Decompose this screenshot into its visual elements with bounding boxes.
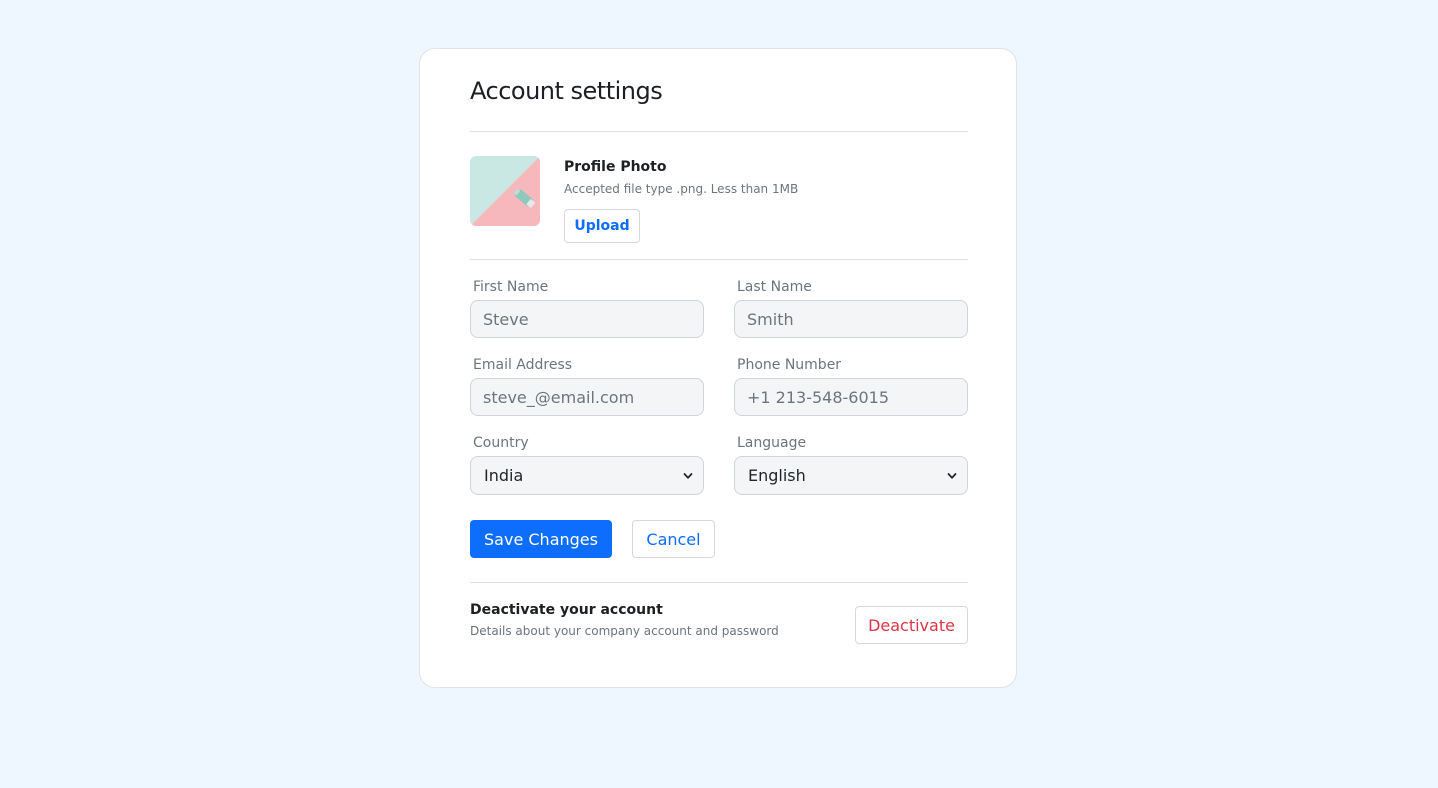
- last-name-input[interactable]: [734, 300, 968, 338]
- deactivate-button[interactable]: Deactivate: [855, 606, 968, 644]
- cancel-button[interactable]: Cancel: [632, 520, 715, 558]
- language-select[interactable]: English: [734, 456, 968, 495]
- last-name-label: Last Name: [737, 279, 812, 295]
- actions-divider: [470, 582, 968, 583]
- email-field[interactable]: [470, 378, 704, 416]
- chevron-down-icon: [947, 472, 957, 479]
- deactivate-description: Details about your company account and p…: [470, 624, 779, 638]
- page-title: Account settings: [470, 77, 663, 105]
- first-name-input[interactable]: [470, 300, 704, 338]
- header-divider: [470, 131, 968, 132]
- language-selected-value: English: [748, 466, 806, 485]
- country-select[interactable]: India: [470, 456, 704, 495]
- profile-photo-title: Profile Photo: [564, 159, 667, 175]
- phone-field[interactable]: [734, 378, 968, 416]
- upload-button[interactable]: Upload: [564, 209, 640, 243]
- email-label: Email Address: [473, 357, 573, 373]
- profile-photo-image: [470, 156, 540, 226]
- phone-label: Phone Number: [737, 357, 842, 373]
- language-label: Language: [737, 435, 807, 451]
- account-settings-card: Account settings Profile Photo Accepted …: [419, 48, 1017, 688]
- profile-photo-hint: Accepted file type .png. Less than 1MB: [564, 182, 799, 196]
- first-name-label: First Name: [473, 279, 549, 295]
- chevron-down-icon: [683, 472, 693, 479]
- deactivate-title: Deactivate your account: [470, 602, 663, 618]
- country-selected-value: India: [484, 466, 524, 485]
- photo-divider: [470, 259, 968, 260]
- profile-photo-thumbnail: [470, 156, 540, 226]
- country-label: Country: [473, 435, 529, 451]
- save-changes-button[interactable]: Save Changes: [470, 520, 612, 558]
